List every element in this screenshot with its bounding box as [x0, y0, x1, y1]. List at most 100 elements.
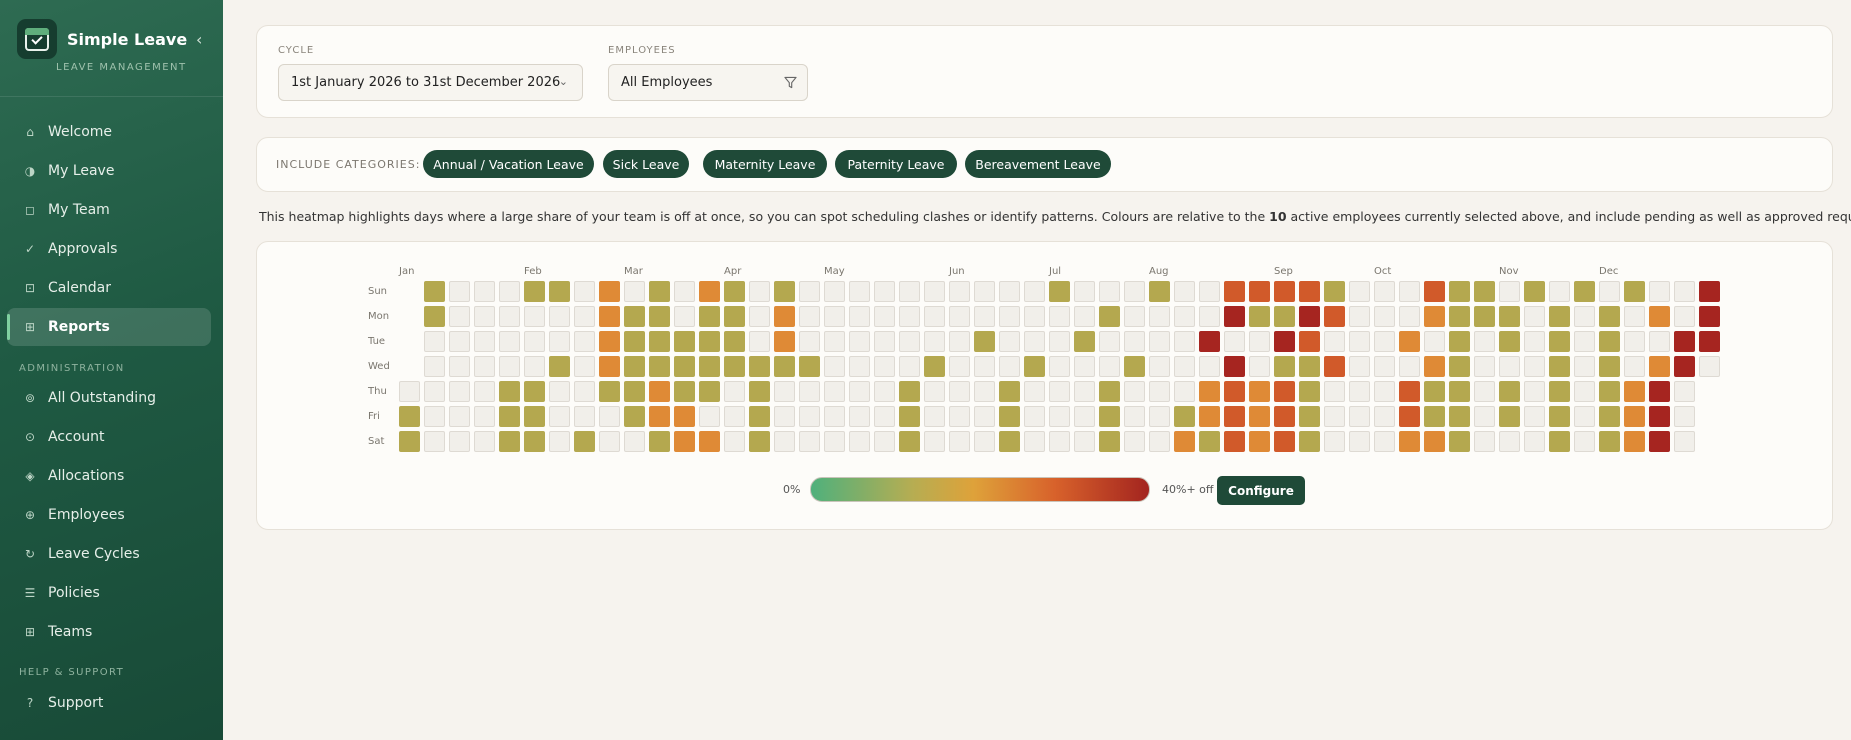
heatmap-cell[interactable] — [924, 356, 945, 377]
heatmap-cell[interactable] — [699, 331, 720, 352]
heatmap-cell[interactable] — [1099, 431, 1120, 452]
heatmap-cell[interactable] — [524, 306, 545, 327]
heatmap-cell[interactable] — [874, 356, 895, 377]
heatmap-cell[interactable] — [1124, 356, 1145, 377]
heatmap-cell[interactable] — [749, 281, 770, 302]
heatmap-cell[interactable] — [1674, 356, 1695, 377]
heatmap-cell[interactable] — [849, 306, 870, 327]
sidebar-item-policies[interactable]: ☰ Policies — [7, 574, 211, 612]
heatmap-cell[interactable] — [674, 431, 695, 452]
heatmap-cell[interactable] — [849, 331, 870, 352]
heatmap-cell[interactable] — [1049, 331, 1070, 352]
heatmap-cell[interactable] — [1199, 406, 1220, 427]
heatmap-cell[interactable] — [849, 356, 870, 377]
heatmap-cell[interactable] — [1199, 381, 1220, 402]
heatmap-cell[interactable] — [674, 306, 695, 327]
chevron-left-icon[interactable]: ‹ — [196, 30, 202, 49]
heatmap-cell[interactable] — [1399, 281, 1420, 302]
heatmap-cell[interactable] — [1299, 431, 1320, 452]
heatmap-cell[interactable] — [1174, 331, 1195, 352]
heatmap-cell[interactable] — [1474, 431, 1495, 452]
heatmap-cell[interactable] — [824, 356, 845, 377]
heatmap-cell[interactable] — [974, 381, 995, 402]
heatmap-cell[interactable] — [1374, 331, 1395, 352]
heatmap-cell[interactable] — [599, 306, 620, 327]
heatmap-cell[interactable] — [1124, 331, 1145, 352]
heatmap-cell[interactable] — [1499, 281, 1520, 302]
heatmap-cell[interactable] — [749, 306, 770, 327]
heatmap-cell[interactable] — [824, 281, 845, 302]
heatmap-cell[interactable] — [1624, 406, 1645, 427]
heatmap-cell[interactable] — [949, 356, 970, 377]
heatmap-cell[interactable] — [1174, 306, 1195, 327]
heatmap-cell[interactable] — [1574, 406, 1595, 427]
heatmap-cell[interactable] — [474, 431, 495, 452]
heatmap-cell[interactable] — [874, 406, 895, 427]
heatmap-cell[interactable] — [1424, 281, 1445, 302]
heatmap-cell[interactable] — [999, 281, 1020, 302]
heatmap-cell[interactable] — [649, 431, 670, 452]
heatmap-cell[interactable] — [949, 381, 970, 402]
heatmap-cell[interactable] — [1099, 381, 1120, 402]
heatmap-cell[interactable] — [1524, 406, 1545, 427]
heatmap-cell[interactable] — [1374, 406, 1395, 427]
heatmap-cell[interactable] — [1474, 306, 1495, 327]
heatmap-cell[interactable] — [1449, 406, 1470, 427]
heatmap-cell[interactable] — [499, 381, 520, 402]
heatmap-cell[interactable] — [824, 331, 845, 352]
heatmap-cell[interactable] — [1649, 306, 1670, 327]
heatmap-cell[interactable] — [424, 431, 445, 452]
heatmap-cell[interactable] — [849, 406, 870, 427]
heatmap-cell[interactable] — [1349, 431, 1370, 452]
heatmap-cell[interactable] — [1649, 281, 1670, 302]
heatmap-cell[interactable] — [424, 331, 445, 352]
heatmap-cell[interactable] — [1474, 281, 1495, 302]
sidebar-item-employees[interactable]: ⊕ Employees — [7, 496, 211, 534]
sidebar-item-calendar[interactable]: ⊡ Calendar — [7, 269, 211, 307]
heatmap-cell[interactable] — [1324, 356, 1345, 377]
heatmap-cell[interactable] — [1224, 406, 1245, 427]
heatmap-cell[interactable] — [1024, 431, 1045, 452]
heatmap-cell[interactable] — [624, 306, 645, 327]
heatmap-cell[interactable] — [1549, 281, 1570, 302]
heatmap-cell[interactable] — [724, 406, 745, 427]
heatmap-cell[interactable] — [899, 381, 920, 402]
heatmap-cell[interactable] — [599, 281, 620, 302]
heatmap-cell[interactable] — [549, 381, 570, 402]
heatmap-cell[interactable] — [449, 281, 470, 302]
heatmap-cell[interactable] — [549, 306, 570, 327]
heatmap-cell[interactable] — [499, 306, 520, 327]
heatmap-cell[interactable] — [1549, 406, 1570, 427]
heatmap-cell[interactable] — [1274, 406, 1295, 427]
heatmap-cell[interactable] — [1424, 356, 1445, 377]
heatmap-cell[interactable] — [549, 406, 570, 427]
heatmap-cell[interactable] — [824, 381, 845, 402]
category-chip-paternity-leave[interactable]: Paternity Leave — [835, 150, 957, 178]
heatmap-cell[interactable] — [624, 431, 645, 452]
heatmap-cell[interactable] — [899, 306, 920, 327]
heatmap-cell[interactable] — [1699, 281, 1720, 302]
heatmap-cell[interactable] — [1599, 381, 1620, 402]
heatmap-cell[interactable] — [649, 306, 670, 327]
heatmap-cell[interactable] — [699, 281, 720, 302]
heatmap-cell[interactable] — [1549, 431, 1570, 452]
heatmap-cell[interactable] — [924, 431, 945, 452]
heatmap-cell[interactable] — [924, 406, 945, 427]
heatmap-cell[interactable] — [1324, 281, 1345, 302]
heatmap-cell[interactable] — [549, 356, 570, 377]
heatmap-cell[interactable] — [799, 306, 820, 327]
heatmap-cell[interactable] — [1324, 431, 1345, 452]
heatmap-cell[interactable] — [1599, 281, 1620, 302]
heatmap-cell[interactable] — [1174, 406, 1195, 427]
heatmap-cell[interactable] — [1649, 356, 1670, 377]
heatmap-cell[interactable] — [1499, 406, 1520, 427]
heatmap-cell[interactable] — [1574, 281, 1595, 302]
heatmap-cell[interactable] — [599, 381, 620, 402]
heatmap-cell[interactable] — [849, 381, 870, 402]
heatmap-cell[interactable] — [1549, 381, 1570, 402]
heatmap-cell[interactable] — [824, 306, 845, 327]
heatmap-cell[interactable] — [1149, 431, 1170, 452]
heatmap-cell[interactable] — [1474, 356, 1495, 377]
heatmap-cell[interactable] — [574, 356, 595, 377]
heatmap-cell[interactable] — [974, 406, 995, 427]
